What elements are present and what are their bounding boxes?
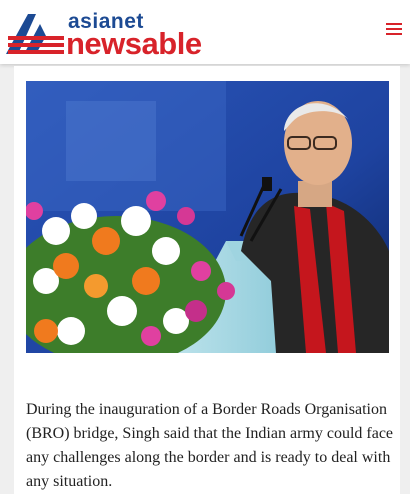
top-navigation-bar: asianet newsable bbox=[0, 0, 410, 64]
asianet-logo-icon bbox=[6, 14, 64, 54]
article-photo-illustration bbox=[26, 81, 389, 353]
hamburger-menu-icon[interactable] bbox=[386, 20, 402, 36]
logo-text-newsable: newsable bbox=[66, 26, 202, 61]
article-card: During the inauguration of a Border Road… bbox=[14, 66, 400, 494]
article-photo bbox=[26, 81, 389, 353]
site-logo[interactable]: asianet newsable bbox=[6, 10, 220, 61]
article-paragraph: During the inauguration of a Border Road… bbox=[26, 401, 394, 490]
